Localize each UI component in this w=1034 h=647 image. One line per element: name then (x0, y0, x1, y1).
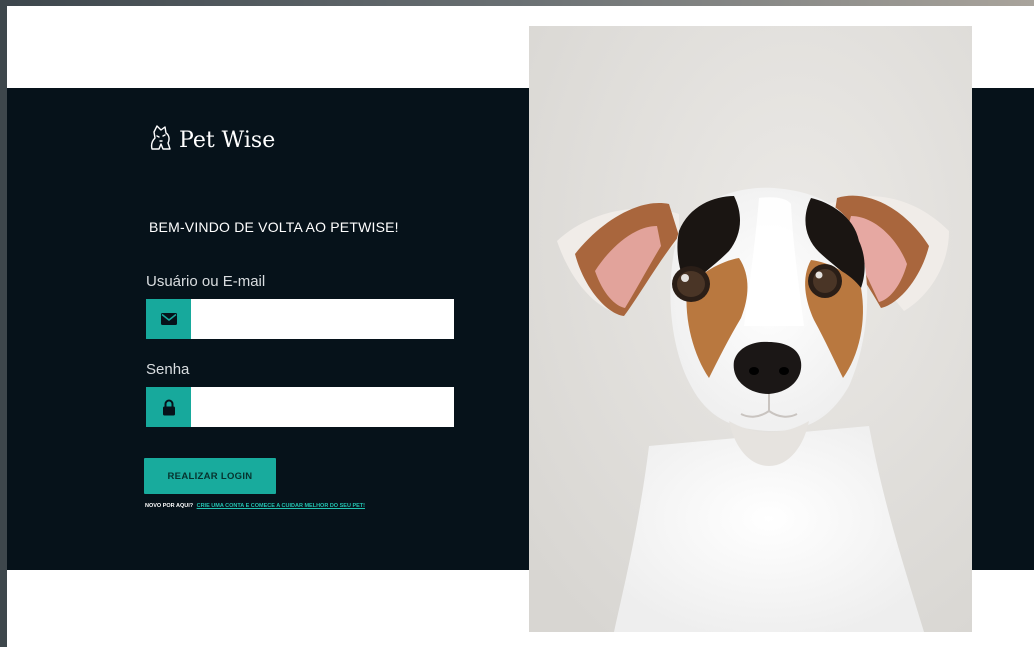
window-left-border (0, 0, 7, 647)
brand-logo[interactable]: Pet Wise (149, 124, 275, 157)
password-label: Senha (146, 361, 190, 378)
dog-photo (529, 26, 972, 632)
lock-icon (146, 387, 191, 427)
username-input[interactable] (191, 299, 454, 339)
username-field[interactable] (146, 299, 454, 339)
login-button[interactable]: REALIZAR LOGIN (144, 458, 276, 494)
password-field[interactable] (146, 387, 454, 427)
password-input[interactable] (191, 387, 454, 427)
signup-link[interactable]: CRIE UMA CONTA E COMECE A CUIDAR MELHOR … (197, 503, 365, 509)
signup-prompt-text: NOVO POR AQUI? (145, 503, 194, 509)
username-label: Usuário ou E-mail (146, 273, 266, 290)
brand-name: Pet Wise (179, 128, 276, 153)
pet-logo-icon (149, 124, 173, 157)
envelope-icon (146, 299, 191, 339)
welcome-heading: BEM-VINDO DE VOLTA AO PETWISE! (149, 219, 399, 235)
signup-prompt: NOVO POR AQUI? CRIE UMA CONTA E COMECE A… (145, 503, 365, 509)
page: Pet Wise BEM-VINDO DE VOLTA AO PETWISE! … (7, 6, 1034, 647)
